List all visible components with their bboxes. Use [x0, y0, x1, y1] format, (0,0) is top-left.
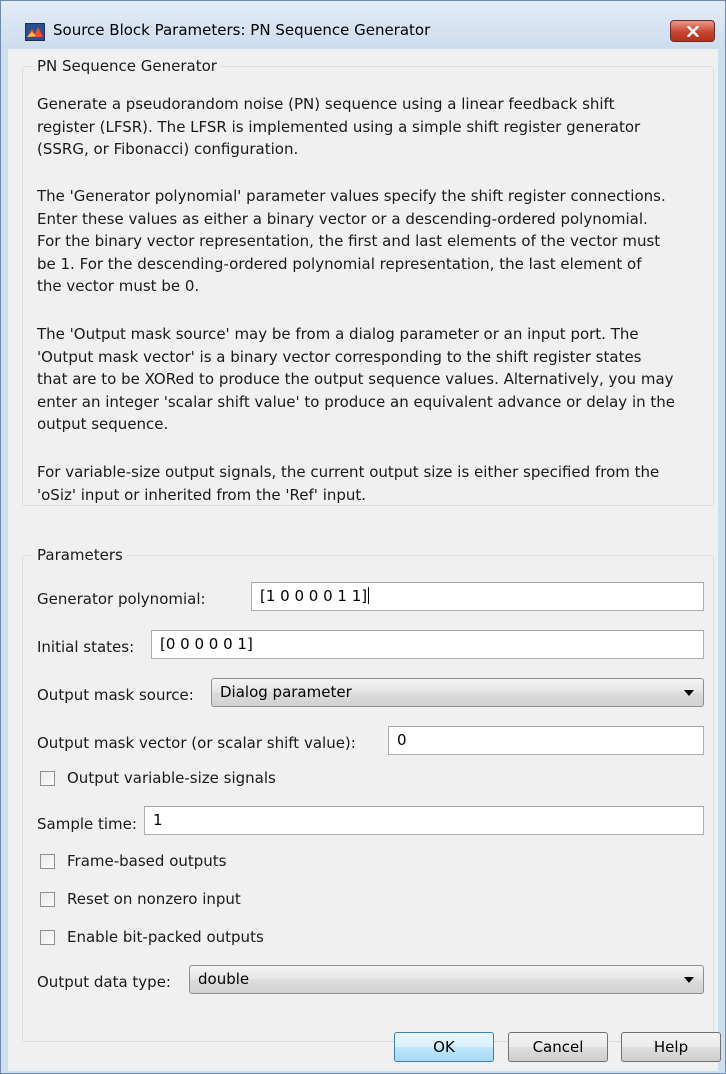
reset-nonzero-checkbox-row[interactable]: Reset on nonzero input	[40, 890, 241, 908]
dialog-window: Source Block Parameters: PN Sequence Gen…	[0, 0, 726, 1074]
cancel-button[interactable]: Cancel	[508, 1032, 608, 1062]
ok-button[interactable]: OK	[394, 1032, 494, 1062]
frame-based-checkbox-row[interactable]: Frame-based outputs	[40, 852, 227, 870]
text-caret	[368, 587, 370, 604]
simulink-app-icon	[25, 23, 45, 41]
generator-polynomial-value: [1 0 0 0 0 1 1]	[260, 587, 368, 605]
description-line: output sequence.	[37, 415, 169, 434]
bit-packed-label: Enable bit-packed outputs	[67, 928, 264, 946]
description-paragraph-4: For variable-size output signals, the cu…	[37, 461, 717, 506]
bit-packed-checkbox-row[interactable]: Enable bit-packed outputs	[40, 928, 264, 946]
initial-states-input[interactable]: [0 0 0 0 0 1]	[151, 630, 704, 659]
description-line: 'Output mask vector' is a binary vector …	[37, 347, 642, 366]
description-line: The 'Generator polynomial' parameter val…	[37, 187, 666, 205]
description-line: For the binary vector representation, th…	[37, 232, 661, 251]
output-mask-source-label: Output mask source:	[37, 686, 194, 704]
description-paragraph-2: The 'Generator polynomial' parameter val…	[37, 185, 717, 298]
bit-packed-checkbox[interactable]	[40, 929, 55, 945]
output-variable-size-checkbox[interactable]	[40, 770, 55, 786]
initial-states-label: Initial states:	[37, 638, 135, 656]
sample-time-label: Sample time:	[37, 815, 137, 833]
title-bar[interactable]: Source Block Parameters: PN Sequence Gen…	[1, 1, 725, 49]
sample-time-value: 1	[153, 811, 163, 829]
description-line: For variable-size output signals, the cu…	[37, 463, 660, 481]
output-variable-size-checkbox-row[interactable]: Output variable-size signals	[40, 769, 276, 787]
description-line: enter an integer 'scalar shift value' to…	[37, 392, 676, 411]
initial-states-value: [0 0 0 0 0 1]	[160, 635, 253, 653]
output-mask-vector-input[interactable]: 0	[388, 726, 704, 755]
output-mask-vector-value: 0	[397, 731, 407, 749]
frame-based-checkbox[interactable]	[40, 853, 55, 869]
output-variable-size-label: Output variable-size signals	[67, 769, 276, 787]
description-line: be 1. For the descending-ordered polynom…	[37, 254, 642, 273]
frame-based-label: Frame-based outputs	[67, 852, 227, 870]
output-data-type-value: double	[198, 970, 250, 988]
help-button[interactable]: Help	[621, 1032, 721, 1062]
chevron-down-icon	[684, 977, 694, 983]
description-line: Enter these values as either a binary ve…	[37, 209, 648, 228]
reset-nonzero-checkbox[interactable]	[40, 891, 55, 907]
description-line: 'oSiz' input or inherited from the 'Ref'…	[37, 485, 367, 504]
output-mask-vector-label: Output mask vector (or scalar shift valu…	[37, 734, 356, 752]
reset-nonzero-label: Reset on nonzero input	[67, 890, 241, 908]
description-line: The 'Output mask source' may be from a d…	[37, 325, 639, 343]
chevron-down-icon	[684, 690, 694, 696]
description-line: that are to be XORed to produce the outp…	[37, 370, 674, 389]
output-data-type-dropdown[interactable]: double	[189, 965, 704, 994]
description-line: Generate a pseudorandom noise (PN) seque…	[37, 95, 615, 113]
close-button[interactable]	[670, 20, 715, 42]
description-line: (SSRG, or Fibonacci) configuration.	[37, 140, 299, 159]
description-group-label: PN Sequence Generator	[33, 57, 221, 75]
close-icon	[686, 25, 699, 37]
generator-polynomial-label: Generator polynomial:	[37, 590, 206, 608]
window-title: Source Block Parameters: PN Sequence Gen…	[53, 21, 431, 39]
description-paragraph-1: Generate a pseudorandom noise (PN) seque…	[37, 93, 717, 161]
output-mask-source-value: Dialog parameter	[220, 683, 352, 701]
sample-time-input[interactable]: 1	[144, 806, 704, 835]
description-line: the vector must be 0.	[37, 277, 200, 296]
output-mask-source-dropdown[interactable]: Dialog parameter	[211, 678, 704, 707]
description-line: register (LFSR). The LFSR is implemented…	[37, 117, 641, 136]
dialog-client-area: PN Sequence Generator Generate a pseudor…	[8, 49, 721, 1071]
output-data-type-label: Output data type:	[37, 973, 171, 991]
description-paragraph-3: The 'Output mask source' may be from a d…	[37, 323, 717, 436]
parameters-group-label: Parameters	[33, 546, 127, 564]
generator-polynomial-input[interactable]: [1 0 0 0 0 1 1]	[251, 582, 704, 611]
